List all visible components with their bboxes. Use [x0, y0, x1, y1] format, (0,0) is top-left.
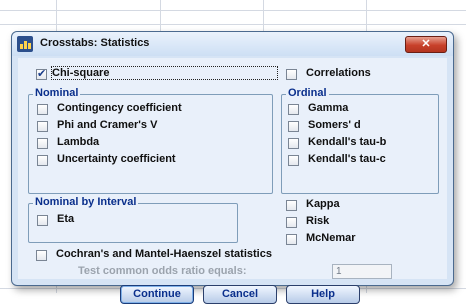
uncertainty-coefficient-checkbox[interactable]: [37, 155, 48, 166]
gamma-checkbox[interactable]: [288, 104, 299, 115]
eta-label[interactable]: Eta: [57, 213, 74, 225]
somers-d-checkbox[interactable]: [288, 121, 299, 132]
lambda-label[interactable]: Lambda: [57, 136, 99, 148]
cochran-mantel-haenszel-checkbox[interactable]: [36, 250, 47, 261]
risk-checkbox[interactable]: [286, 217, 297, 228]
common-odds-ratio-input[interactable]: 1: [332, 264, 392, 279]
kendalls-tau-c-label[interactable]: Kendall's tau-c: [308, 153, 386, 165]
title-bar[interactable]: Crosstabs: Statistics ✕: [12, 32, 453, 56]
kappa-checkbox[interactable]: [286, 200, 297, 211]
contingency-coefficient-label[interactable]: Contingency coefficient: [57, 102, 182, 114]
mcnemar-label[interactable]: McNemar: [306, 232, 356, 244]
uncertainty-coefficient-label[interactable]: Uncertainty coefficient: [57, 153, 176, 165]
cochran-mantel-haenszel-label[interactable]: Cochran's and Mantel-Haenszel statistics: [56, 248, 272, 260]
contingency-coefficient-checkbox[interactable]: [37, 104, 48, 115]
eta-checkbox[interactable]: [37, 215, 48, 226]
common-odds-ratio-label: Test common odds ratio equals:: [78, 265, 247, 277]
crosstabs-statistics-dialog: Crosstabs: Statistics ✕ Chi-square Corre…: [11, 31, 454, 304]
continue-button[interactable]: Continue: [120, 285, 194, 304]
nominal-by-interval-group: Nominal by Interval Eta: [28, 196, 238, 243]
somers-d-label[interactable]: Somers' d: [308, 119, 361, 131]
kendalls-tau-c-checkbox[interactable]: [288, 155, 299, 166]
correlations-checkbox[interactable]: [286, 69, 297, 80]
ordinal-group: Ordinal Gamma Somers' d Kendall's tau-b …: [281, 87, 439, 194]
nominal-group-title: Nominal: [33, 87, 81, 99]
phi-cramers-v-label[interactable]: Phi and Cramer's V: [57, 119, 157, 131]
gamma-label[interactable]: Gamma: [308, 102, 348, 114]
chi-square-label[interactable]: Chi-square: [51, 66, 278, 80]
mcnemar-checkbox[interactable]: [286, 234, 297, 245]
correlations-label[interactable]: Correlations: [306, 67, 371, 79]
dialog-title: Crosstabs: Statistics: [40, 37, 150, 49]
kendalls-tau-b-checkbox[interactable]: [288, 138, 299, 149]
ordinal-group-title: Ordinal: [286, 87, 329, 99]
nominal-group: Nominal Contingency coefficient Phi and …: [28, 87, 273, 194]
kendalls-tau-b-label[interactable]: Kendall's tau-b: [308, 136, 386, 148]
spss-app-icon: [17, 36, 33, 52]
close-button[interactable]: ✕: [405, 36, 447, 53]
nominal-by-interval-group-title: Nominal by Interval: [33, 196, 139, 208]
kappa-label[interactable]: Kappa: [306, 198, 340, 210]
chi-square-checkbox[interactable]: [36, 67, 47, 80]
lambda-checkbox[interactable]: [37, 138, 48, 149]
cancel-button[interactable]: Cancel: [203, 285, 277, 304]
help-button[interactable]: Help: [286, 285, 360, 304]
phi-cramers-v-checkbox[interactable]: [37, 121, 48, 132]
risk-label[interactable]: Risk: [306, 215, 329, 227]
dialog-body: Chi-square Correlations Nominal Continge…: [18, 58, 447, 304]
